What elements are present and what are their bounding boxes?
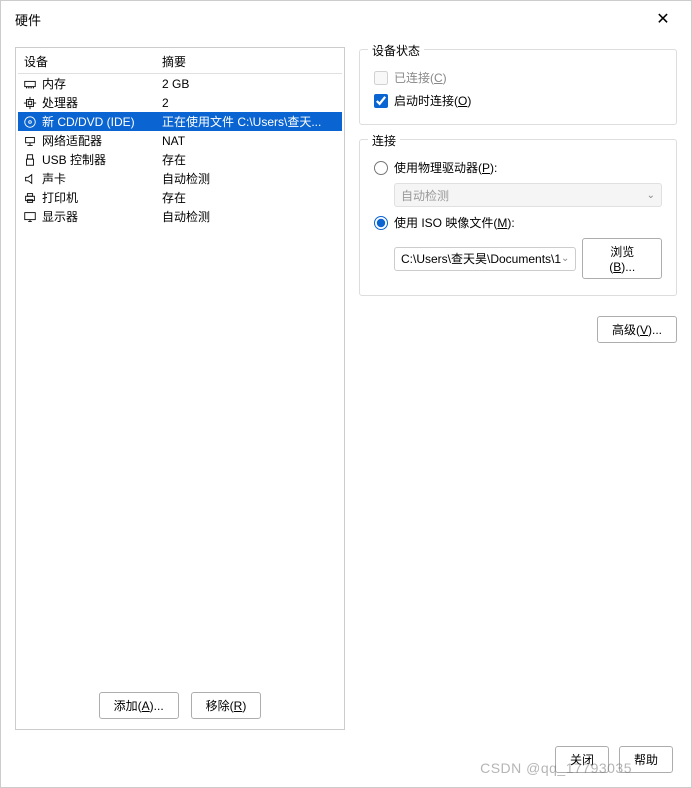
- use-physical-label: 使用物理驱动器(P):: [394, 159, 497, 176]
- row-summary-label: 存在: [162, 151, 338, 168]
- row-summary-label: 自动检测: [162, 208, 338, 225]
- advanced-button[interactable]: 高级(V)...: [597, 316, 677, 343]
- connected-checkbox: [374, 71, 388, 85]
- connection-group: 连接 使用物理驱动器(P): 自动检测 ⌄ 使用 ISO 映像文件(M):: [359, 139, 677, 296]
- network-icon: [22, 133, 38, 149]
- table-row[interactable]: 内存2 GB: [18, 74, 342, 93]
- close-icon: ✕: [656, 9, 669, 29]
- usb-icon: [22, 152, 38, 168]
- connect-on-power-row[interactable]: 启动时连接(O): [374, 89, 662, 112]
- chevron-down-icon: ⌄: [561, 253, 569, 264]
- cpu-icon: [22, 95, 38, 111]
- device-list-panel: 设备 摘要 内存2 GB处理器2新 CD/DVD (IDE)正在使用文件 C:\…: [15, 47, 345, 730]
- browse-button[interactable]: 浏览(B)...: [582, 238, 662, 279]
- connection-title: 连接: [368, 132, 400, 149]
- row-summary-label: NAT: [162, 134, 338, 148]
- table-row[interactable]: 打印机存在: [18, 188, 342, 207]
- table-row[interactable]: 处理器2: [18, 93, 342, 112]
- sound-icon: [22, 171, 38, 187]
- iso-path-subrow: C:\Users\查天昊\Documents\1 ⌄ 浏览(B)...: [394, 234, 662, 283]
- hardware-dialog: 硬件 ✕ 设备 摘要 内存2 GB处理器2新 CD/DVD (IDE)正在使用文…: [0, 0, 692, 788]
- add-button[interactable]: 添加(A)...: [99, 692, 179, 719]
- memory-icon: [22, 76, 38, 92]
- close-dialog-button[interactable]: 关闭: [555, 746, 609, 773]
- connect-on-power-checkbox[interactable]: [374, 94, 388, 108]
- use-physical-radio-row[interactable]: 使用物理驱动器(P):: [374, 156, 662, 179]
- row-summary-label: 2: [162, 96, 338, 110]
- header-summary[interactable]: 摘要: [162, 53, 338, 70]
- titlebar: 硬件 ✕: [1, 1, 691, 37]
- use-physical-radio[interactable]: [374, 161, 388, 175]
- table-header: 设备 摘要: [18, 50, 342, 74]
- table-body: 内存2 GB处理器2新 CD/DVD (IDE)正在使用文件 C:\Users\…: [18, 74, 342, 226]
- chevron-down-icon: ⌄: [647, 190, 655, 201]
- dialog-title: 硬件: [15, 10, 41, 29]
- device-status-title: 设备状态: [368, 42, 424, 59]
- row-device-label: 声卡: [42, 170, 162, 187]
- table-row[interactable]: 网络适配器NAT: [18, 131, 342, 150]
- row-device-label: USB 控制器: [42, 151, 162, 168]
- row-device-label: 内存: [42, 75, 162, 92]
- row-summary-label: 存在: [162, 189, 338, 206]
- row-summary-label: 正在使用文件 C:\Users\查天...: [162, 113, 338, 130]
- physical-drive-subrow: 自动检测 ⌄: [394, 179, 662, 211]
- iso-path-combo[interactable]: C:\Users\查天昊\Documents\1 ⌄: [394, 247, 576, 271]
- row-summary-label: 自动检测: [162, 170, 338, 187]
- use-iso-radio[interactable]: [374, 216, 388, 230]
- connected-checkbox-row: 已连接(C): [374, 66, 662, 89]
- row-device-label: 显示器: [42, 208, 162, 225]
- display-icon: [22, 209, 38, 225]
- printer-icon: [22, 190, 38, 206]
- advanced-row: 高级(V)...: [359, 310, 677, 349]
- header-device[interactable]: 设备: [22, 53, 162, 70]
- use-iso-radio-row[interactable]: 使用 ISO 映像文件(M):: [374, 211, 662, 234]
- connect-on-power-label: 启动时连接(O): [394, 92, 471, 109]
- cd-icon: [22, 114, 38, 130]
- table-row[interactable]: 显示器自动检测: [18, 207, 342, 226]
- remove-button[interactable]: 移除(R): [191, 692, 262, 719]
- device-status-group: 设备状态 已连接(C) 启动时连接(O): [359, 49, 677, 125]
- settings-panel: 设备状态 已连接(C) 启动时连接(O) 连接 使用物理驱动器(P):: [359, 47, 677, 730]
- table-row[interactable]: 新 CD/DVD (IDE)正在使用文件 C:\Users\查天...: [18, 112, 342, 131]
- help-button[interactable]: 帮助: [619, 746, 673, 773]
- row-device-label: 打印机: [42, 189, 162, 206]
- row-device-label: 处理器: [42, 94, 162, 111]
- table-row[interactable]: 声卡自动检测: [18, 169, 342, 188]
- table-row[interactable]: USB 控制器存在: [18, 150, 342, 169]
- left-panel-buttons: 添加(A)... 移除(R): [18, 684, 342, 727]
- dialog-body: 设备 摘要 内存2 GB处理器2新 CD/DVD (IDE)正在使用文件 C:\…: [1, 37, 691, 736]
- dialog-footer: 关闭 帮助: [1, 736, 691, 787]
- row-device-label: 网络适配器: [42, 132, 162, 149]
- use-iso-label: 使用 ISO 映像文件(M):: [394, 214, 515, 231]
- row-device-label: 新 CD/DVD (IDE): [42, 113, 162, 130]
- connected-label: 已连接(C): [394, 69, 447, 86]
- device-table: 设备 摘要 内存2 GB处理器2新 CD/DVD (IDE)正在使用文件 C:\…: [18, 50, 342, 684]
- physical-drive-combo: 自动检测 ⌄: [394, 183, 662, 207]
- row-summary-label: 2 GB: [162, 77, 338, 91]
- close-button[interactable]: ✕: [643, 4, 683, 34]
